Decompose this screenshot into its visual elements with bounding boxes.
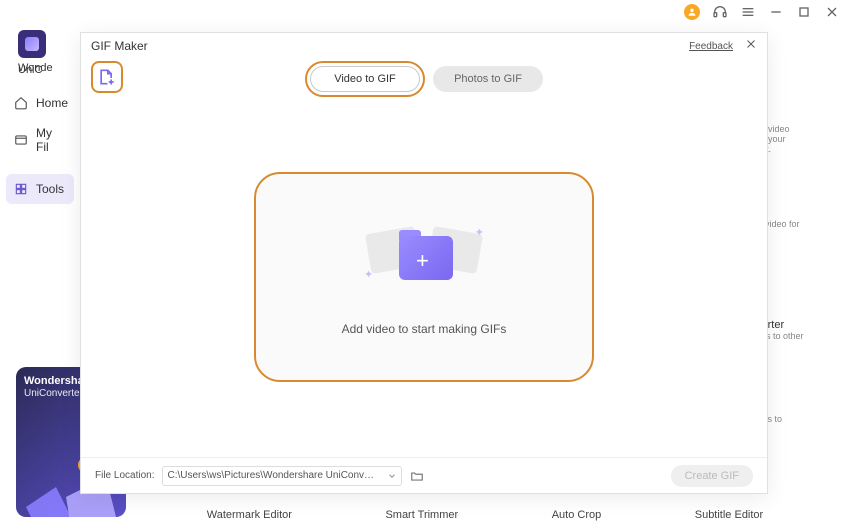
maximize-button[interactable] bbox=[796, 4, 812, 20]
nav-home-label: Home bbox=[36, 96, 68, 110]
home-icon bbox=[14, 96, 28, 110]
nav-files-label: My Fil bbox=[36, 126, 66, 154]
close-window-button[interactable] bbox=[824, 4, 840, 20]
user-avatar-icon[interactable] bbox=[684, 4, 700, 20]
chevron-down-icon[interactable] bbox=[387, 471, 397, 481]
files-icon bbox=[14, 133, 28, 147]
dropzone[interactable]: + ✦ ✦ Add video to start making GIFs bbox=[254, 172, 594, 382]
gif-maker-modal: GIF Maker Feedback Video to GIF Photos t… bbox=[80, 32, 768, 494]
headset-icon[interactable] bbox=[712, 4, 728, 20]
file-location-value: C:\Users\ws\Pictures\Wondershare UniConv… bbox=[167, 470, 377, 481]
nav-my-files[interactable]: My Fil bbox=[0, 118, 80, 162]
modal-close-button[interactable] bbox=[745, 37, 757, 55]
plus-icon: + bbox=[416, 248, 429, 274]
feedback-link[interactable]: Feedback bbox=[689, 41, 733, 52]
nav-home[interactable]: Home bbox=[0, 88, 80, 118]
nav-tools[interactable]: Tools bbox=[6, 174, 74, 204]
tab-photos-to-gif[interactable]: Photos to GIF bbox=[433, 66, 543, 92]
add-file-icon bbox=[97, 67, 117, 87]
modal-body: + ✦ ✦ Add video to start making GIFs bbox=[81, 97, 767, 457]
app-name-2: UniC bbox=[18, 64, 80, 76]
dropzone-text: Add video to start making GIFs bbox=[342, 322, 507, 336]
minimize-button[interactable] bbox=[768, 4, 784, 20]
modal-header: GIF Maker Feedback bbox=[81, 33, 767, 59]
modal-title: GIF Maker bbox=[91, 39, 148, 53]
tab-video-to-gif[interactable]: Video to GIF bbox=[310, 66, 420, 92]
modal-toolbar: Video to GIF Photos to GIF bbox=[81, 59, 767, 97]
tool-watermark[interactable]: Watermark Editor bbox=[207, 509, 292, 521]
tool-autocrop[interactable]: Auto Crop bbox=[552, 509, 602, 521]
hamburger-icon[interactable] bbox=[740, 4, 756, 20]
browse-folder-icon[interactable] bbox=[410, 469, 424, 483]
dropzone-graphic: + ✦ ✦ bbox=[364, 218, 484, 298]
app-logo bbox=[18, 30, 46, 58]
file-location-label: File Location: bbox=[95, 470, 154, 481]
titlebar bbox=[0, 0, 850, 24]
bottom-tool-row: Watermark Editor Smart Trimmer Auto Crop… bbox=[160, 509, 810, 521]
tool-trimmer[interactable]: Smart Trimmer bbox=[385, 509, 458, 521]
tab-group: Video to GIF Photos to GIF bbox=[305, 61, 543, 97]
create-gif-button: Create GIF bbox=[671, 465, 753, 487]
nav-tools-label: Tools bbox=[36, 182, 64, 196]
tools-icon bbox=[14, 182, 28, 196]
tool-subtitle[interactable]: Subtitle Editor bbox=[695, 509, 763, 521]
add-file-button[interactable] bbox=[91, 61, 123, 93]
file-location-input[interactable]: C:\Users\ws\Pictures\Wondershare UniConv… bbox=[162, 466, 402, 486]
tab-video-highlight: Video to GIF bbox=[305, 61, 425, 97]
modal-footer: File Location: C:\Users\ws\Pictures\Wond… bbox=[81, 457, 767, 493]
